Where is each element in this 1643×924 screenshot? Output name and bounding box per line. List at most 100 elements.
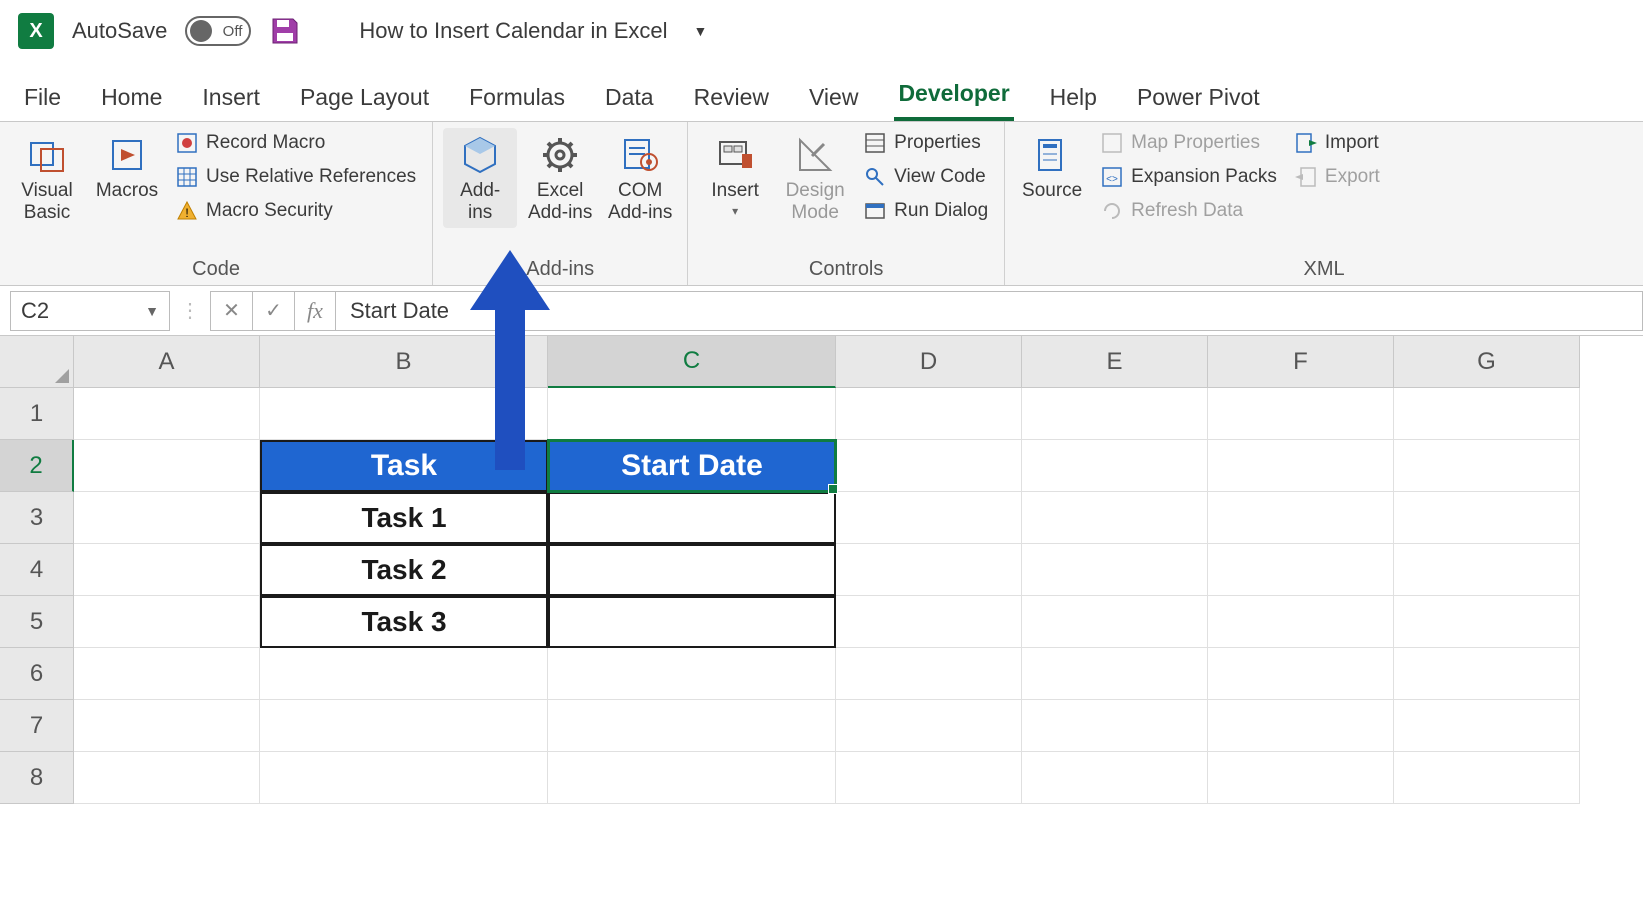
addins-button[interactable]: Add-ins bbox=[443, 128, 517, 228]
col-header-e[interactable]: E bbox=[1022, 336, 1208, 388]
col-header-f[interactable]: F bbox=[1208, 336, 1394, 388]
excel-addins-button[interactable]: ExcelAdd-ins bbox=[523, 128, 597, 228]
enter-formula-button[interactable]: ✓ bbox=[252, 291, 294, 331]
visual-basic-button[interactable]: VisualBasic bbox=[10, 128, 84, 228]
cell-d8[interactable] bbox=[836, 752, 1022, 804]
cell-c6[interactable] bbox=[548, 648, 836, 700]
tab-home[interactable]: Home bbox=[97, 84, 166, 121]
cell-g7[interactable] bbox=[1394, 700, 1580, 752]
col-header-c[interactable]: C bbox=[548, 336, 836, 388]
cell-c7[interactable] bbox=[548, 700, 836, 752]
cell-b1[interactable] bbox=[260, 388, 548, 440]
cell-d1[interactable] bbox=[836, 388, 1022, 440]
tab-help[interactable]: Help bbox=[1046, 84, 1101, 121]
cell-g4[interactable] bbox=[1394, 544, 1580, 596]
col-header-b[interactable]: B bbox=[260, 336, 548, 388]
cell-f6[interactable] bbox=[1208, 648, 1394, 700]
tab-developer[interactable]: Developer bbox=[894, 80, 1013, 121]
row-header-4[interactable]: 4 bbox=[0, 544, 74, 596]
cell-c4[interactable] bbox=[548, 544, 836, 596]
cell-b6[interactable] bbox=[260, 648, 548, 700]
row-header-7[interactable]: 7 bbox=[0, 700, 74, 752]
cell-d5[interactable] bbox=[836, 596, 1022, 648]
chevron-down-icon[interactable]: ▼ bbox=[145, 303, 159, 319]
cell-d7[interactable] bbox=[836, 700, 1022, 752]
cell-a8[interactable] bbox=[74, 752, 260, 804]
record-macro-button[interactable]: Record Macro bbox=[170, 128, 422, 158]
properties-button[interactable]: Properties bbox=[858, 128, 994, 158]
fx-button[interactable]: fx bbox=[294, 291, 336, 331]
cell-g5[interactable] bbox=[1394, 596, 1580, 648]
design-mode-button[interactable]: DesignMode bbox=[778, 128, 852, 228]
com-addins-button[interactable]: COMAdd-ins bbox=[603, 128, 677, 228]
cell-f3[interactable] bbox=[1208, 492, 1394, 544]
import-button[interactable]: Import bbox=[1289, 128, 1386, 158]
cell-a7[interactable] bbox=[74, 700, 260, 752]
cell-d3[interactable] bbox=[836, 492, 1022, 544]
name-box[interactable]: C2 ▼ bbox=[10, 291, 170, 331]
cell-a5[interactable] bbox=[74, 596, 260, 648]
export-button[interactable]: Export bbox=[1289, 162, 1386, 192]
cell-c8[interactable] bbox=[548, 752, 836, 804]
cell-b2[interactable]: Task bbox=[260, 440, 548, 492]
tab-page-layout[interactable]: Page Layout bbox=[296, 84, 433, 121]
row-header-8[interactable]: 8 bbox=[0, 752, 74, 804]
cell-b4[interactable]: Task 2 bbox=[260, 544, 548, 596]
cell-g3[interactable] bbox=[1394, 492, 1580, 544]
use-relative-references-button[interactable]: Use Relative References bbox=[170, 162, 422, 192]
cell-a6[interactable] bbox=[74, 648, 260, 700]
row-header-2[interactable]: 2 bbox=[0, 440, 74, 492]
tab-formulas[interactable]: Formulas bbox=[465, 84, 569, 121]
cell-b8[interactable] bbox=[260, 752, 548, 804]
cell-d4[interactable] bbox=[836, 544, 1022, 596]
row-header-5[interactable]: 5 bbox=[0, 596, 74, 648]
cell-c5[interactable] bbox=[548, 596, 836, 648]
doc-dropdown-icon[interactable]: ▼ bbox=[694, 23, 708, 39]
cell-e1[interactable] bbox=[1022, 388, 1208, 440]
cell-f8[interactable] bbox=[1208, 752, 1394, 804]
col-header-g[interactable]: G bbox=[1394, 336, 1580, 388]
cell-c3[interactable] bbox=[548, 492, 836, 544]
cell-d6[interactable] bbox=[836, 648, 1022, 700]
macros-button[interactable]: Macros bbox=[90, 128, 164, 206]
view-code-button[interactable]: View Code bbox=[858, 162, 994, 192]
row-header-3[interactable]: 3 bbox=[0, 492, 74, 544]
tab-review[interactable]: Review bbox=[690, 84, 773, 121]
cell-e7[interactable] bbox=[1022, 700, 1208, 752]
cell-g6[interactable] bbox=[1394, 648, 1580, 700]
cell-a3[interactable] bbox=[74, 492, 260, 544]
cell-f4[interactable] bbox=[1208, 544, 1394, 596]
insert-control-button[interactable]: Insert ▾ bbox=[698, 128, 772, 222]
cell-e4[interactable] bbox=[1022, 544, 1208, 596]
cell-f7[interactable] bbox=[1208, 700, 1394, 752]
run-dialog-button[interactable]: Run Dialog bbox=[858, 196, 994, 226]
cell-e3[interactable] bbox=[1022, 492, 1208, 544]
row-header-6[interactable]: 6 bbox=[0, 648, 74, 700]
cell-g1[interactable] bbox=[1394, 388, 1580, 440]
cell-b7[interactable] bbox=[260, 700, 548, 752]
cell-a2[interactable] bbox=[74, 440, 260, 492]
macro-security-button[interactable]: ! Macro Security bbox=[170, 196, 422, 226]
cell-a1[interactable] bbox=[74, 388, 260, 440]
cell-g8[interactable] bbox=[1394, 752, 1580, 804]
row-header-1[interactable]: 1 bbox=[0, 388, 74, 440]
tab-file[interactable]: File bbox=[20, 84, 65, 121]
tab-view[interactable]: View bbox=[805, 84, 862, 121]
cell-e5[interactable] bbox=[1022, 596, 1208, 648]
cell-f2[interactable] bbox=[1208, 440, 1394, 492]
tab-power-pivot[interactable]: Power Pivot bbox=[1133, 84, 1264, 121]
tab-insert[interactable]: Insert bbox=[198, 84, 264, 121]
cell-e2[interactable] bbox=[1022, 440, 1208, 492]
col-header-a[interactable]: A bbox=[74, 336, 260, 388]
cell-e8[interactable] bbox=[1022, 752, 1208, 804]
cell-f5[interactable] bbox=[1208, 596, 1394, 648]
formula-input[interactable]: Start Date bbox=[336, 291, 1643, 331]
source-button[interactable]: Source bbox=[1015, 128, 1089, 206]
save-icon[interactable] bbox=[269, 15, 301, 47]
cell-d2[interactable] bbox=[836, 440, 1022, 492]
map-properties-button[interactable]: Map Properties bbox=[1095, 128, 1283, 158]
cell-c1[interactable] bbox=[548, 388, 836, 440]
cell-b5[interactable]: Task 3 bbox=[260, 596, 548, 648]
cancel-formula-button[interactable]: ✕ bbox=[210, 291, 252, 331]
cell-a4[interactable] bbox=[74, 544, 260, 596]
